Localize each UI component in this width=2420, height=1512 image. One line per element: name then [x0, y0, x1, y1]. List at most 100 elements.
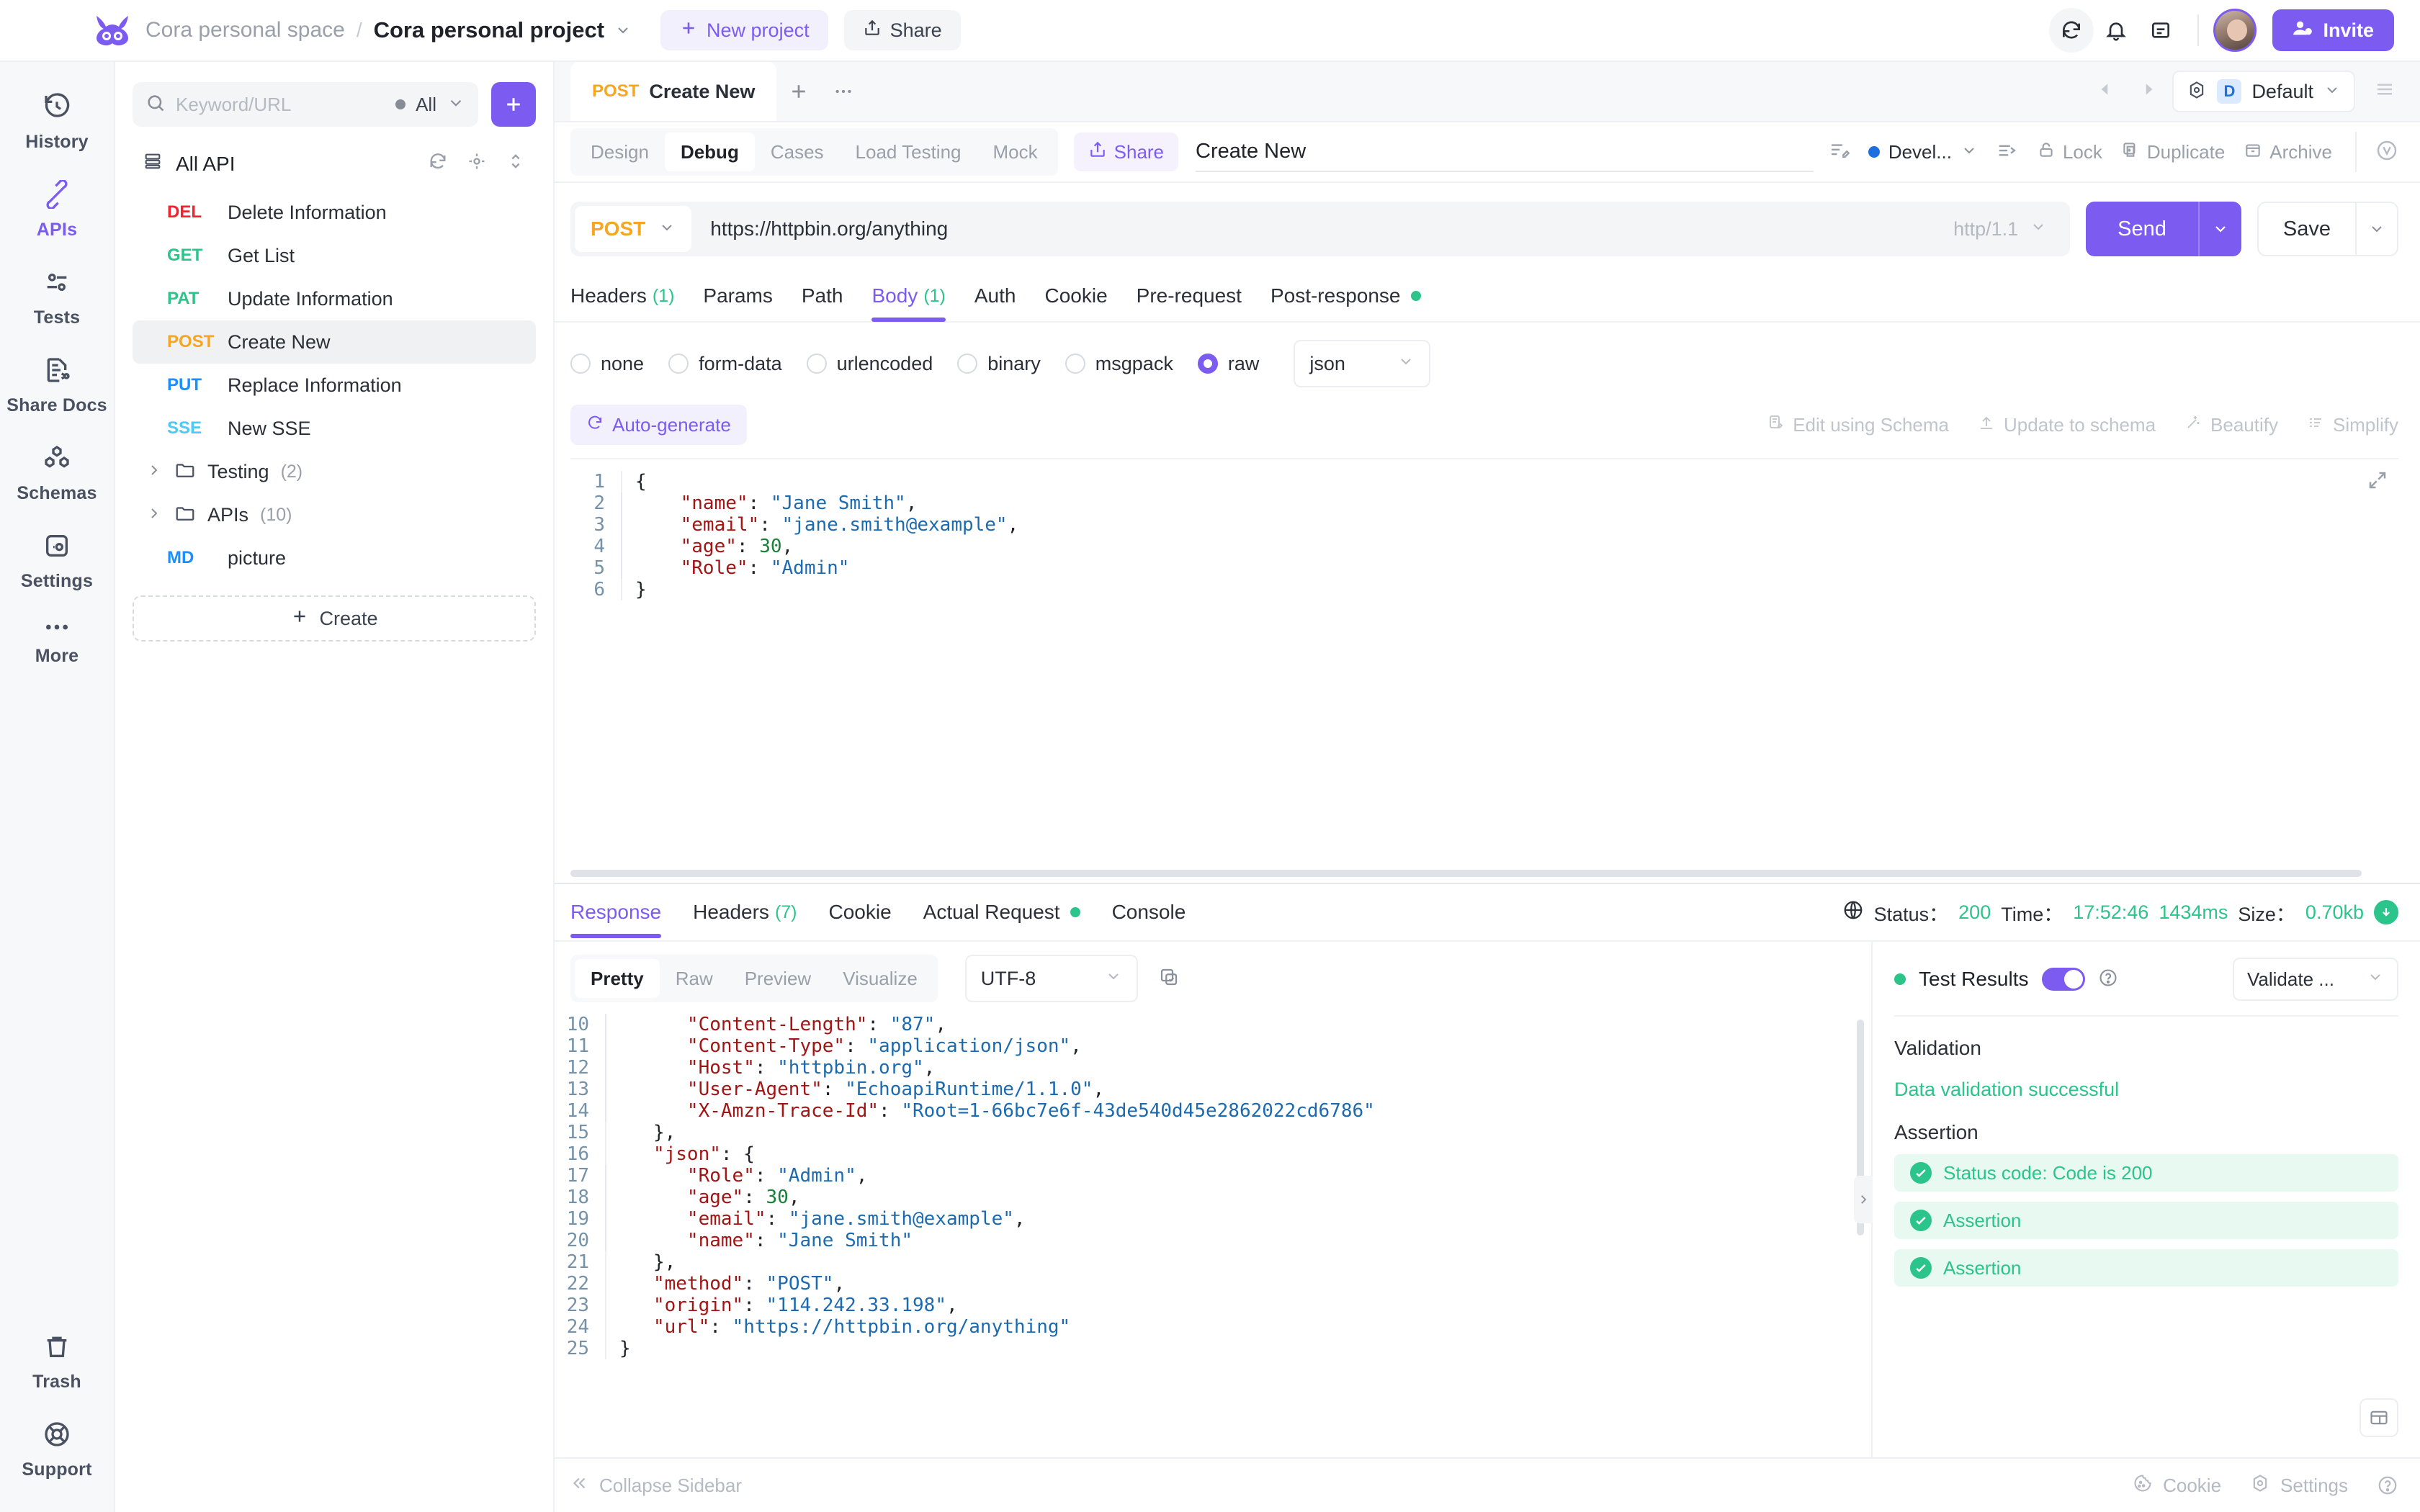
view-mode-visualize[interactable]: Visualize	[827, 959, 933, 998]
response-tab-headers[interactable]: Headers (7)	[693, 886, 797, 938]
code-line[interactable]: "X-Amzn-Trace-Id": "Root=1-66bc7e6f-43de…	[605, 1100, 1871, 1122]
locate-icon[interactable]	[467, 151, 487, 176]
api-name-input[interactable]: Create New	[1196, 132, 1814, 172]
validate-selector[interactable]: Validate ...	[2233, 958, 2398, 1001]
code-line[interactable]: "url": "https://httpbin.org/anything"	[606, 1316, 1871, 1338]
code-line[interactable]: "User-Agent": "EchoapiRuntime/1.1.0",	[605, 1079, 1871, 1100]
user-avatar[interactable]	[2213, 9, 2257, 52]
help-circle-icon[interactable]	[2377, 1475, 2398, 1496]
edit-using-schema-button[interactable]: Edit using Schema	[1767, 414, 1949, 436]
body-type-form-data[interactable]: form-data	[668, 353, 782, 375]
response-tab-cookie[interactable]: Cookie	[829, 886, 892, 938]
environment-selector[interactable]: D Default	[2172, 71, 2355, 112]
save-button[interactable]: Save	[2259, 203, 2355, 255]
rail-item-more[interactable]: More	[0, 605, 115, 680]
chevron-down-icon[interactable]	[447, 94, 465, 116]
expand-editor-icon[interactable]	[2367, 469, 2388, 495]
api-item-delete-information[interactable]: DEL Delete Information	[133, 191, 536, 234]
tab-overflow-button[interactable]	[821, 62, 866, 121]
environment-menu-icon[interactable]	[2360, 78, 2406, 105]
edit-description-icon[interactable]	[1828, 140, 1850, 165]
add-api-button[interactable]	[491, 82, 536, 127]
sort-icon[interactable]	[506, 151, 526, 176]
response-tab-console[interactable]: Console	[1112, 886, 1186, 938]
rail-item-trash[interactable]: Trash	[0, 1318, 115, 1405]
code-line[interactable]: }	[622, 579, 2398, 600]
settings-button[interactable]: Settings	[2250, 1473, 2348, 1498]
code-line[interactable]: {	[622, 471, 2398, 492]
code-line[interactable]: "email": "jane.smith@example",	[621, 514, 2398, 536]
view-mode-pretty[interactable]: Pretty	[575, 959, 660, 998]
code-line[interactable]: "age": 30,	[605, 1187, 1871, 1208]
rail-item-settings[interactable]: Settings	[0, 517, 115, 605]
chevron-right-icon[interactable]	[145, 505, 163, 526]
app-logo-owl-icon[interactable]	[94, 14, 131, 46]
code-line[interactable]: "Host": "httpbin.org",	[605, 1057, 1871, 1079]
code-line[interactable]: "Content-Length": "87",	[605, 1014, 1871, 1035]
lock-button[interactable]: Lock	[2037, 140, 2102, 164]
invite-button[interactable]: Invite	[2272, 9, 2394, 51]
view-mode-preview[interactable]: Preview	[729, 959, 827, 998]
archive-button[interactable]: Archive	[2244, 140, 2332, 164]
folder-item-apis[interactable]: APIs (10)	[133, 493, 536, 536]
chevron-down-icon[interactable]	[614, 22, 632, 39]
chevron-right-icon[interactable]	[145, 462, 163, 482]
tab-load-testing[interactable]: Load Testing	[840, 132, 977, 171]
rail-item-share-docs[interactable]: Share Docs	[0, 341, 115, 429]
api-item-replace-information[interactable]: PUT Replace Information	[133, 364, 536, 407]
breadcrumb-space[interactable]: Cora personal space	[145, 18, 345, 42]
tab-cases[interactable]: Cases	[755, 132, 840, 171]
response-code-lines[interactable]: "Content-Length": "87", "Content-Type": …	[605, 1014, 1871, 1359]
test-results-toggle[interactable]	[2041, 968, 2085, 991]
api-item-get-list[interactable]: GET Get List	[133, 234, 536, 277]
notifications-bell-icon[interactable]	[2094, 8, 2138, 53]
response-code-area[interactable]: 10 11 12 13 14 15 16 17 18 19 20 21 22 23 24 25 "Conten…	[555, 1009, 1871, 1457]
scrollbar-thumb[interactable]	[570, 870, 2362, 877]
code-line[interactable]: "age": 30,	[621, 536, 2398, 557]
request-code-lines[interactable]: { "name": "Jane Smith", "email": "jane.s…	[621, 471, 2398, 600]
http-version-selector[interactable]: http/1.1	[1953, 218, 2066, 240]
request-tab-params[interactable]: Params	[703, 270, 772, 322]
tab-debug[interactable]: Debug	[664, 132, 755, 171]
collapse-sidebar-button[interactable]: Collapse Sidebar	[570, 1474, 742, 1498]
tab-mock[interactable]: Mock	[977, 132, 1054, 171]
version-icon[interactable]	[2375, 139, 2398, 166]
response-tab-response[interactable]: Response	[570, 886, 662, 938]
api-item-picture[interactable]: MD picture	[133, 536, 536, 580]
help-circle-icon[interactable]	[2098, 968, 2118, 991]
request-tab-auth[interactable]: Auth	[974, 270, 1016, 322]
request-tab-pre-request[interactable]: Pre-request	[1137, 270, 1242, 322]
code-line[interactable]: "Role": "Admin",	[605, 1165, 1871, 1187]
api-item-update-information[interactable]: PAT Update Information	[133, 277, 536, 320]
request-tab-headers[interactable]: Headers (1)	[570, 270, 674, 322]
update-to-schema-button[interactable]: Update to schema	[1978, 414, 2156, 436]
new-tab-button[interactable]	[776, 62, 821, 121]
document-tab-create-new[interactable]: POST Create New	[570, 62, 777, 121]
beautify-button[interactable]: Beautify	[2184, 414, 2278, 436]
share-project-button[interactable]: Share	[843, 10, 961, 50]
code-line[interactable]: "Content-Type": "application/json",	[605, 1035, 1871, 1057]
request-body-editor[interactable]: 123456 { "name": "Jane Smith", "email": …	[570, 458, 2398, 883]
layout-toggle-icon[interactable]	[2360, 1398, 2398, 1437]
tab-prev-arrow-icon[interactable]	[2086, 80, 2125, 104]
code-line[interactable]: "method": "POST",	[606, 1273, 1871, 1295]
send-options-button[interactable]	[2200, 202, 2241, 256]
encoding-selector[interactable]: UTF-8	[964, 955, 1138, 1002]
body-type-msgpack[interactable]: msgpack	[1065, 353, 1173, 375]
body-type-raw[interactable]: raw	[1197, 353, 1259, 375]
rail-item-support[interactable]: Support	[0, 1405, 115, 1493]
send-button[interactable]: Send	[2086, 202, 2198, 256]
search-input[interactable]: Keyword/URL All	[133, 82, 478, 127]
rail-item-apis[interactable]: APIs	[0, 166, 115, 253]
duplicate-button[interactable]: Duplicate	[2121, 140, 2225, 164]
rail-item-history[interactable]: History	[0, 78, 115, 166]
url-input[interactable]: https://httpbin.org/anything	[691, 217, 1953, 240]
refresh-icon[interactable]	[2049, 8, 2094, 53]
request-tab-path[interactable]: Path	[802, 270, 843, 322]
body-type-none[interactable]: none	[570, 353, 644, 375]
code-line[interactable]: "Role": "Admin"	[621, 557, 2398, 579]
refresh-icon[interactable]	[428, 151, 448, 176]
rail-item-schemas[interactable]: Schemas	[0, 429, 115, 517]
api-item-create-new[interactable]: POST Create New	[133, 320, 536, 364]
code-line[interactable]: "name": "Jane Smith",	[621, 492, 2398, 514]
